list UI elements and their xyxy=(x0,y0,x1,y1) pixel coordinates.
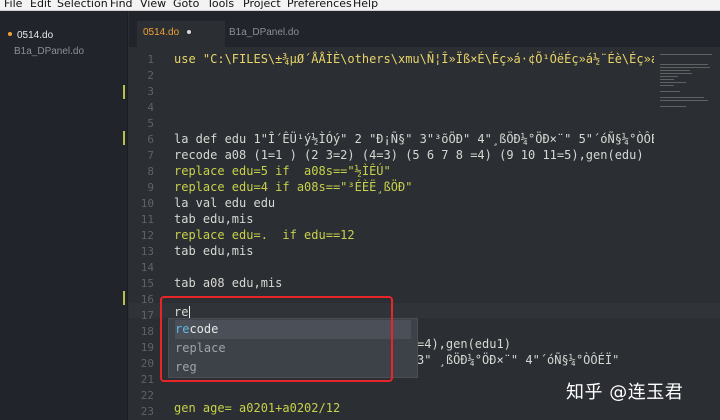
line-number: 11 xyxy=(140,213,154,226)
minimap-line xyxy=(660,79,674,80)
minimap-line xyxy=(660,64,708,65)
line-number: 8 xyxy=(147,165,154,178)
menu-preferences[interactable]: Preferences xyxy=(287,0,352,10)
line-number: 17 xyxy=(140,309,154,322)
line-number: 21 xyxy=(140,373,154,386)
minimap-line xyxy=(660,76,678,77)
menu-selection[interactable]: Selection xyxy=(57,0,108,10)
highlight-box xyxy=(160,296,393,382)
menu-file[interactable]: File xyxy=(4,0,22,10)
sidebar: 0514.do B1a_DPanel.do xyxy=(0,11,128,420)
line-number: 15 xyxy=(140,277,154,290)
tab-bar: 0514.do B1a_DPanel.do xyxy=(129,11,720,47)
tab-label: 0514.do xyxy=(143,27,180,38)
tab-0514[interactable]: 0514.do xyxy=(137,21,225,47)
line-number: 7 xyxy=(147,149,154,162)
line-number: 5 xyxy=(147,117,154,130)
minimap-line xyxy=(660,67,710,68)
minimap-line xyxy=(660,100,708,101)
line-number: 14 xyxy=(140,261,154,274)
sidebar-file-0514[interactable]: 0514.do xyxy=(8,30,53,41)
line-number: 16 xyxy=(140,293,154,306)
unsaved-dot-icon xyxy=(8,32,12,37)
git-change-marker xyxy=(123,85,125,99)
minimap-line xyxy=(660,97,704,98)
line-number: 22 xyxy=(140,389,154,402)
minimap-line xyxy=(660,73,692,74)
line-number: 20 xyxy=(140,357,154,370)
sidebar-file-label: B1a_DPanel.do xyxy=(14,46,85,57)
menu-goto[interactable]: Goto xyxy=(173,0,199,10)
minimap-line xyxy=(660,85,674,86)
sidebar-file-label: 0514.do xyxy=(17,30,54,41)
code-line-1[interactable]: use "C:\FILES\±¾µØ´ÅÅÌÈ\others\xmu\Ñ¦Î»Ï… xyxy=(174,52,654,66)
line-number: 12 xyxy=(140,229,154,242)
line-number: 6 xyxy=(147,133,154,146)
line-number: 9 xyxy=(147,181,154,194)
code-line-10[interactable]: la val edu edu xyxy=(174,196,275,210)
code-line-12[interactable]: replace edu=. if edu==12 xyxy=(174,228,355,242)
code-line-20-tail[interactable]: 3" ¸ßÖÐ¼°ÖÐ×¨" 4"´óÑ§¼°ÒÔÉÏ" xyxy=(417,353,619,367)
code-line-15[interactable]: tab a08 edu,mis xyxy=(174,276,282,290)
menu-tools[interactable]: Tools xyxy=(207,0,234,10)
menu-help[interactable]: Help xyxy=(353,0,378,10)
line-number: 23 xyxy=(140,405,154,418)
code-line-8[interactable]: replace edu=5 if a08s=="½ÌÊÚ" xyxy=(174,164,391,178)
tab-modified-dot-icon[interactable] xyxy=(187,30,192,35)
minimap-line xyxy=(660,106,686,107)
line-number: 13 xyxy=(140,245,154,258)
code-line-7[interactable]: recode a08 (1=1 ) (2 3=2) (4=3) (5 6 7 8… xyxy=(174,148,644,162)
tab-b1a-dpanel[interactable]: B1a_DPanel.do xyxy=(225,21,299,47)
line-number: 18 xyxy=(140,325,154,338)
code-line-13[interactable]: tab edu,mis xyxy=(174,244,253,258)
line-number: 3 xyxy=(147,85,154,98)
menu-find[interactable]: Find xyxy=(110,0,133,10)
menu-bar: File Edit Selection Find View Goto Tools… xyxy=(0,0,720,11)
sidebar-file-b1a-dpanel[interactable]: B1a_DPanel.do xyxy=(14,46,84,57)
menu-edit[interactable]: Edit xyxy=(30,0,51,10)
line-number-gutter: 1 2 3 4 5 6 7 8 9 10 11 12 13 14 15 16 1… xyxy=(123,47,161,420)
line-number: 2 xyxy=(147,69,154,82)
git-change-marker xyxy=(123,131,125,145)
minimap[interactable] xyxy=(656,50,716,130)
menu-project[interactable]: Project xyxy=(243,0,281,10)
line-number: 1 xyxy=(147,53,154,66)
minimap-line xyxy=(660,70,690,71)
line-number: 19 xyxy=(140,341,154,354)
code-line-23[interactable]: gen age= a0201+a0202/12 xyxy=(174,401,340,415)
code-line-6[interactable]: la def edu 1"Î´ÊÜ¹ý½ÌÓý" 2 "Ð¡Ñ§" 3"³õÖÐ… xyxy=(174,132,654,146)
tab-label: B1a_DPanel.do xyxy=(229,27,300,38)
line-number: 4 xyxy=(147,101,154,114)
line-number: 10 xyxy=(140,197,154,210)
code-line-9[interactable]: replace edu=4 if a08s=="³ÉÈË¸ßÖÐ" xyxy=(174,180,412,194)
code-line-19-tail[interactable]: =4),gen(edu1) xyxy=(417,337,511,351)
menu-view[interactable]: View xyxy=(140,0,166,10)
git-change-marker xyxy=(123,291,125,305)
minimap-line xyxy=(660,82,686,83)
minimap-line xyxy=(660,91,680,92)
minimap-line xyxy=(660,54,712,55)
watermark: 知乎 @连玉君 xyxy=(566,382,684,403)
code-line-11[interactable]: tab edu,mis xyxy=(174,212,253,226)
